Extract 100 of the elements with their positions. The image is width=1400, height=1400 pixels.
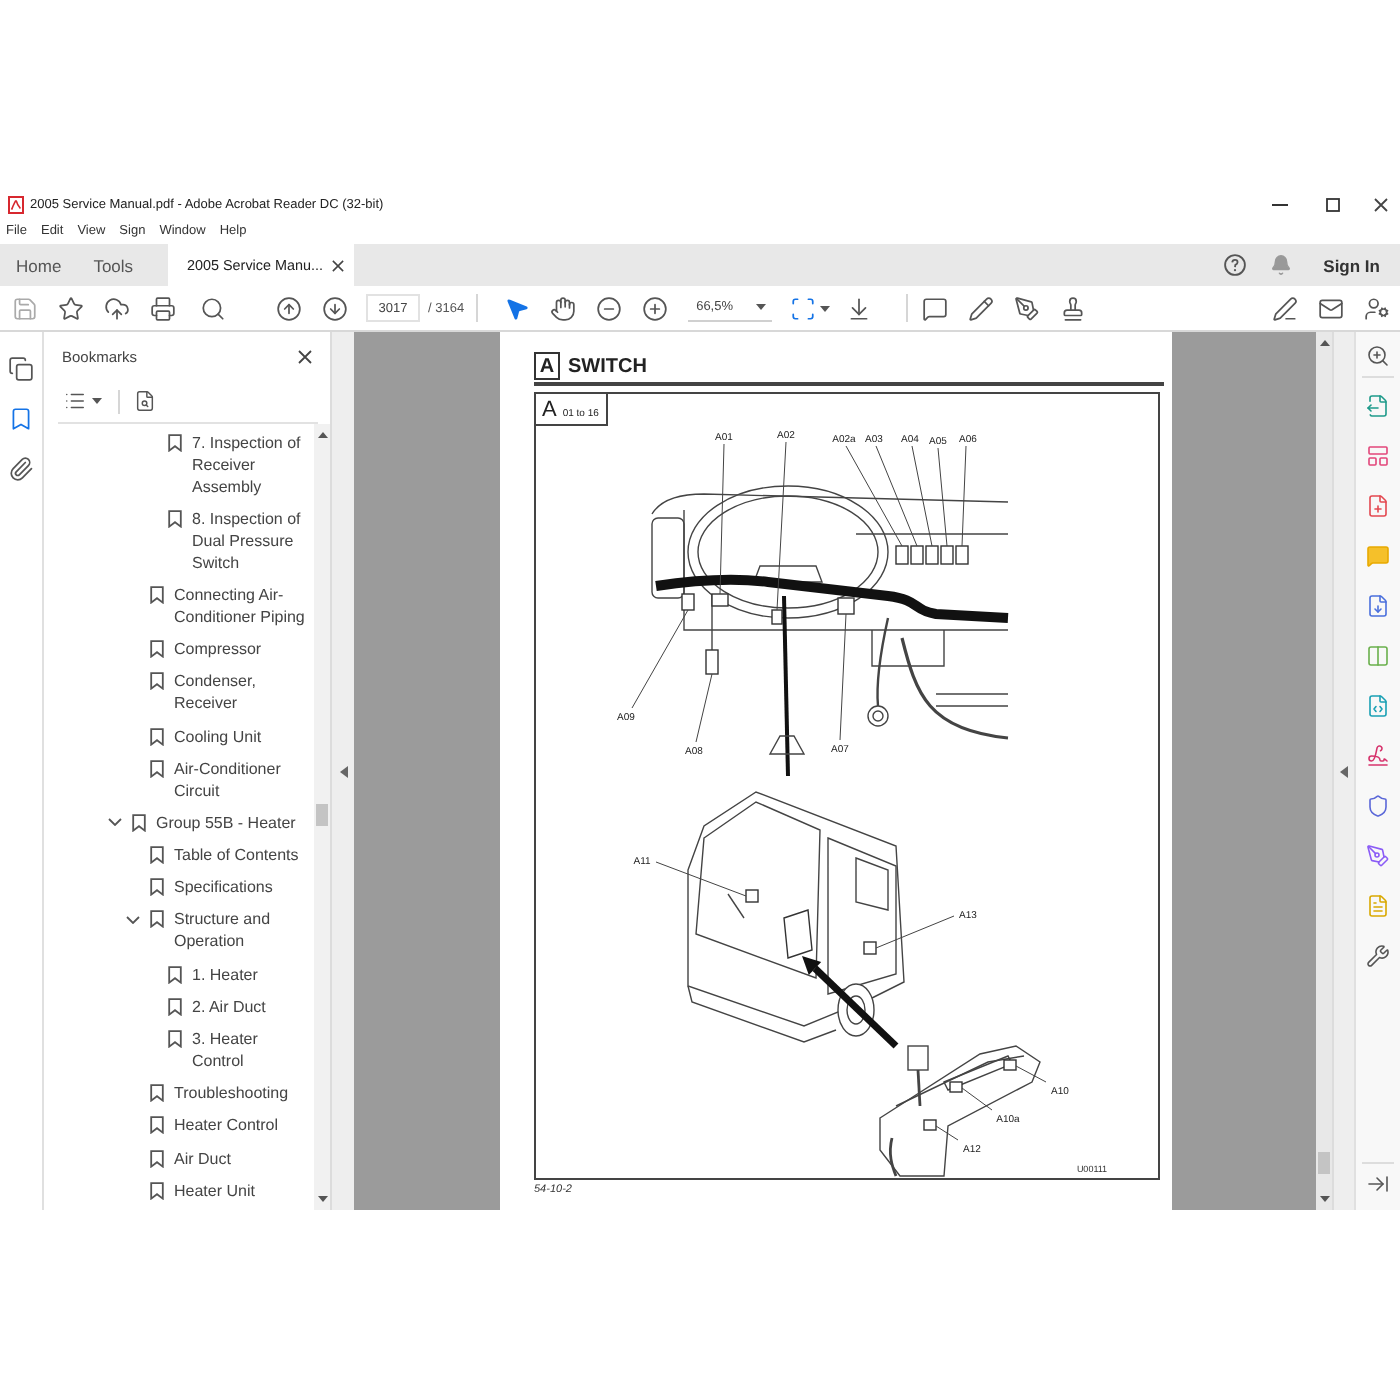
scrollbar-thumb[interactable] bbox=[316, 804, 328, 826]
caret-icon[interactable] bbox=[820, 305, 831, 311]
minimize-icon[interactable] bbox=[1271, 204, 1287, 206]
tab[interactable]: Home bbox=[0, 244, 78, 286]
bookmark-label[interactable]: Connecting Air-Conditioner Piping bbox=[174, 583, 312, 628]
signature-icon[interactable] bbox=[1366, 744, 1390, 768]
maximize-icon[interactable] bbox=[1326, 198, 1340, 212]
file-arrow-icon[interactable] bbox=[1366, 394, 1390, 418]
cloud-upload-icon[interactable] bbox=[104, 295, 130, 321]
connector bbox=[745, 889, 759, 903]
tag-letter: A bbox=[542, 396, 557, 424]
sign-in-button[interactable]: Sign In bbox=[1323, 255, 1380, 275]
pencil-icon[interactable] bbox=[968, 295, 995, 321]
bookmark-label[interactable]: Condenser, Receiver bbox=[174, 670, 312, 715]
copy-icon[interactable] bbox=[8, 356, 34, 382]
bookmark-label[interactable]: 7. Inspection of Receiver Assembly bbox=[192, 431, 312, 498]
arrow-up-circle-icon[interactable] bbox=[276, 295, 302, 321]
zoom-in-icon[interactable] bbox=[1366, 344, 1390, 368]
close-icon[interactable] bbox=[298, 349, 312, 363]
section-title: SWITCH bbox=[568, 355, 647, 377]
layout-icon[interactable] bbox=[1366, 444, 1390, 468]
pen-nib-icon[interactable] bbox=[1014, 295, 1041, 321]
star-icon[interactable] bbox=[58, 295, 84, 321]
caret-up-icon[interactable] bbox=[1319, 340, 1329, 346]
leader-line bbox=[655, 861, 747, 897]
tab[interactable]: Tools bbox=[77, 244, 150, 286]
file-code-icon[interactable] bbox=[1366, 694, 1390, 718]
connector bbox=[949, 1081, 963, 1093]
connector bbox=[923, 1119, 937, 1131]
corners-icon[interactable] bbox=[790, 295, 817, 321]
bookmark-label[interactable]: Heater Unit bbox=[174, 1179, 255, 1202]
leader-line bbox=[845, 445, 903, 547]
arrow bbox=[802, 956, 899, 1049]
chevron-down-icon[interactable] bbox=[107, 818, 121, 827]
leader-line bbox=[1015, 1065, 1047, 1083]
caret-down-icon[interactable] bbox=[1319, 1196, 1329, 1202]
pen-nib-icon[interactable] bbox=[1366, 844, 1390, 868]
scrollbar-track[interactable] bbox=[314, 424, 330, 1210]
bookmark-label[interactable]: Table of Contents bbox=[174, 844, 299, 867]
caret-icon[interactable] bbox=[92, 398, 102, 404]
bookmark-icon bbox=[149, 585, 163, 604]
bookmark-label[interactable]: Air-Conditioner Circuit bbox=[174, 757, 312, 802]
scrollbar-track[interactable] bbox=[1316, 332, 1332, 1210]
speech-bubble-icon[interactable] bbox=[922, 295, 949, 321]
connector bbox=[1003, 1059, 1017, 1071]
caret-up-icon[interactable] bbox=[317, 432, 327, 438]
bookmark-label[interactable]: 8. Inspection of Dual Pressure Switch bbox=[192, 507, 312, 574]
hand-icon[interactable] bbox=[550, 295, 577, 321]
pointer-icon[interactable] bbox=[504, 295, 531, 321]
bookmark-label[interactable]: Troubleshooting bbox=[174, 1082, 289, 1105]
close-icon[interactable] bbox=[332, 259, 345, 271]
leader-line bbox=[839, 613, 847, 741]
bookmark-label[interactable]: 3. Heater Control bbox=[192, 1028, 312, 1073]
caret-left-icon[interactable] bbox=[339, 765, 347, 777]
bookmark-icon bbox=[167, 509, 181, 528]
file-down-icon[interactable] bbox=[1366, 594, 1390, 618]
user-gear-icon[interactable] bbox=[1364, 295, 1390, 321]
arrow-to-line-icon[interactable] bbox=[1366, 1172, 1390, 1196]
chevron-down-icon[interactable] bbox=[125, 915, 139, 924]
minus-circle-icon[interactable] bbox=[596, 295, 623, 321]
bookmark-label[interactable]: Air Duct bbox=[174, 1147, 231, 1170]
caret-down-icon[interactable] bbox=[317, 1196, 327, 1202]
bookmark-label[interactable]: Specifications bbox=[174, 876, 273, 899]
connector bbox=[863, 941, 877, 955]
bookmark-label[interactable]: 2. Air Duct bbox=[192, 995, 266, 1018]
caret-left-icon[interactable] bbox=[1340, 765, 1348, 777]
scrollbar-thumb[interactable] bbox=[1318, 1152, 1330, 1174]
bookmark-icon bbox=[167, 433, 181, 452]
wrench-icon[interactable] bbox=[1366, 944, 1390, 968]
bookmark-icon[interactable] bbox=[8, 406, 34, 432]
leader-line bbox=[875, 915, 955, 949]
search-icon[interactable] bbox=[200, 295, 226, 321]
bookmark-label[interactable]: Group 55B - Heater bbox=[156, 811, 296, 834]
switch-panel bbox=[783, 909, 813, 959]
envelope-icon[interactable] bbox=[1318, 295, 1344, 321]
file-search-icon[interactable] bbox=[134, 390, 156, 412]
help-icon[interactable] bbox=[1223, 254, 1246, 276]
leader-line bbox=[937, 447, 948, 547]
section-letter: A bbox=[534, 352, 560, 380]
arrow-down-circle-icon[interactable] bbox=[322, 295, 348, 321]
file-plus-icon[interactable] bbox=[1366, 494, 1390, 518]
stamp-icon[interactable] bbox=[1060, 295, 1087, 321]
connector bbox=[705, 649, 719, 675]
bookmark-label[interactable]: Heater Control bbox=[174, 1114, 279, 1137]
bookmark-label[interactable]: Compressor bbox=[174, 638, 262, 661]
leader-line bbox=[961, 445, 967, 547]
close-icon[interactable] bbox=[1373, 198, 1387, 212]
arrow-down-to-line-icon[interactable] bbox=[846, 295, 873, 321]
bookmark-label[interactable]: Structure and Operation bbox=[174, 908, 312, 953]
shield-icon[interactable] bbox=[1366, 794, 1390, 818]
leader-line bbox=[935, 1125, 959, 1141]
plus-circle-icon[interactable] bbox=[642, 295, 669, 321]
paperclip-icon[interactable] bbox=[8, 456, 34, 482]
leader-line bbox=[695, 673, 713, 743]
leader-line bbox=[631, 609, 689, 709]
caret-icon[interactable] bbox=[756, 304, 767, 310]
bookmark-label[interactable]: Cooling Unit bbox=[174, 725, 262, 748]
bookmark-label[interactable]: 1. Heater bbox=[192, 963, 258, 986]
printer-icon[interactable] bbox=[150, 295, 176, 321]
pen-line-icon[interactable] bbox=[1272, 295, 1298, 321]
